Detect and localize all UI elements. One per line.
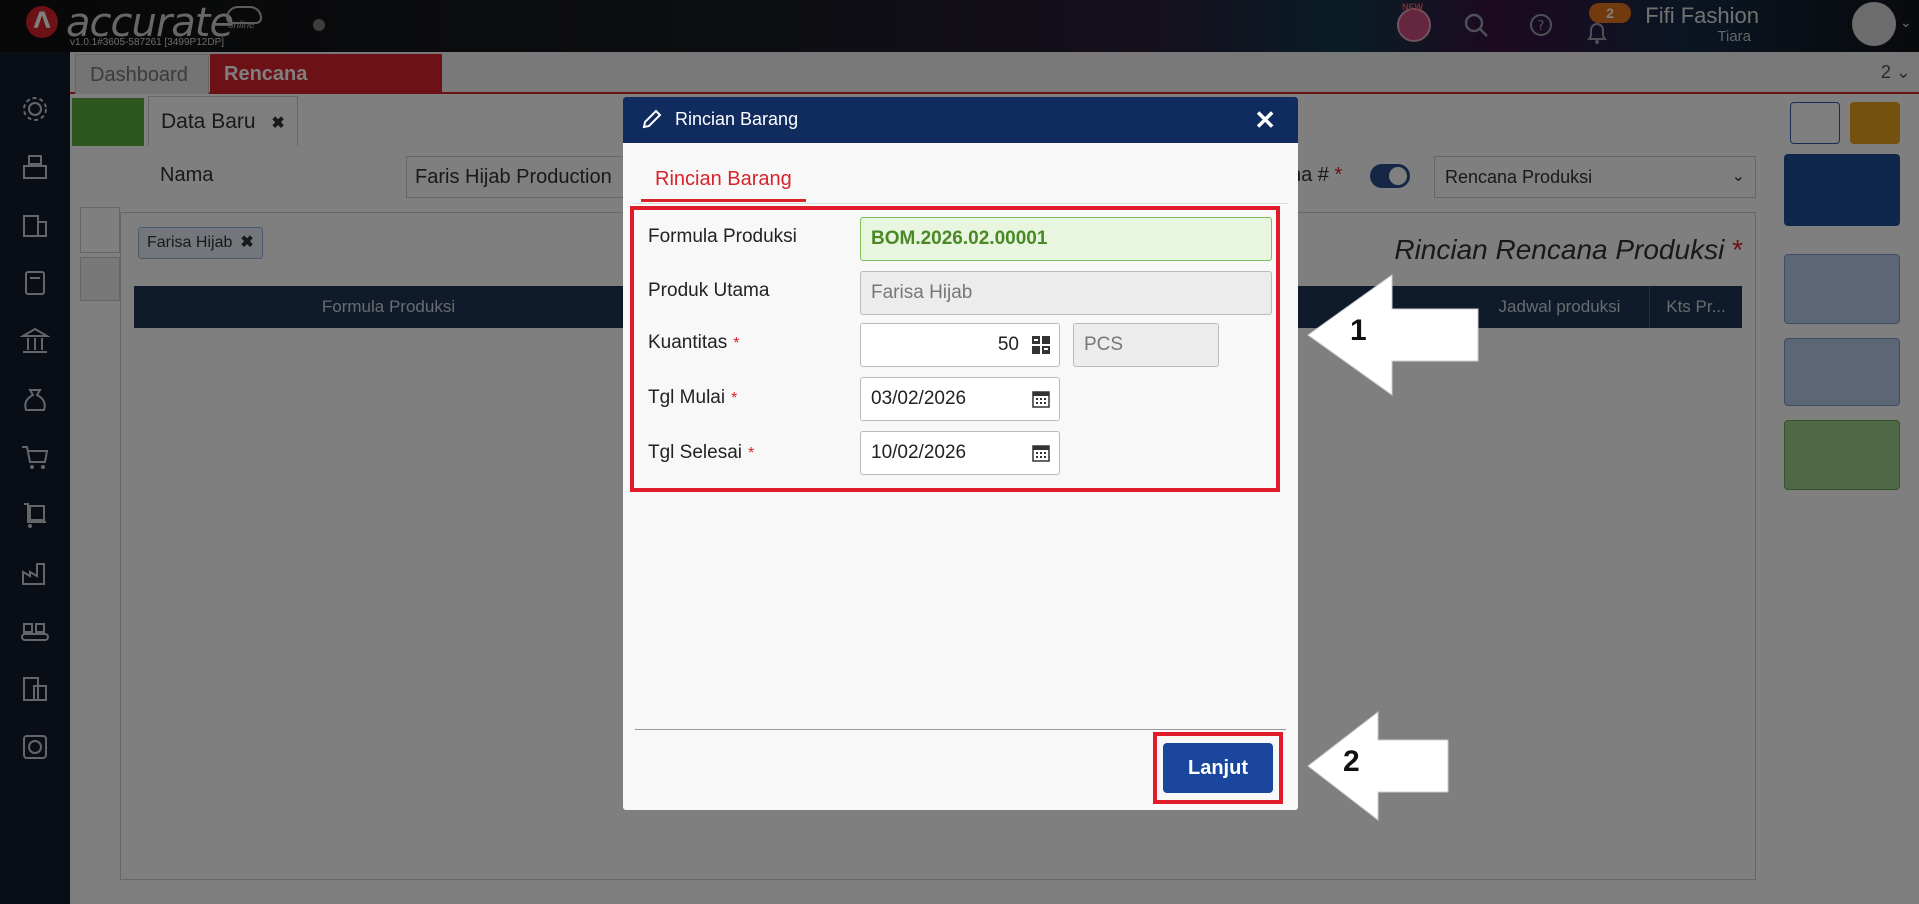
dialog-title: Rincian Barang (675, 109, 799, 129)
tab-rincian-barang[interactable]: Rincian Barang (641, 157, 806, 202)
arrow-2-icon (1307, 710, 1449, 822)
annotation-number-2: 2 (1343, 745, 1360, 778)
footer-divider (635, 729, 1286, 730)
highlight-box-form (630, 206, 1280, 492)
annotation-number-1: 1 (1350, 314, 1367, 347)
close-icon[interactable]: ✕ (1254, 105, 1276, 136)
highlight-box-lanjut (1153, 732, 1283, 804)
tab-divider (633, 203, 1288, 204)
arrow-1-icon (1307, 274, 1479, 396)
dialog-header: Rincian Barang ✕ (623, 97, 1298, 143)
pencil-icon (642, 109, 662, 129)
